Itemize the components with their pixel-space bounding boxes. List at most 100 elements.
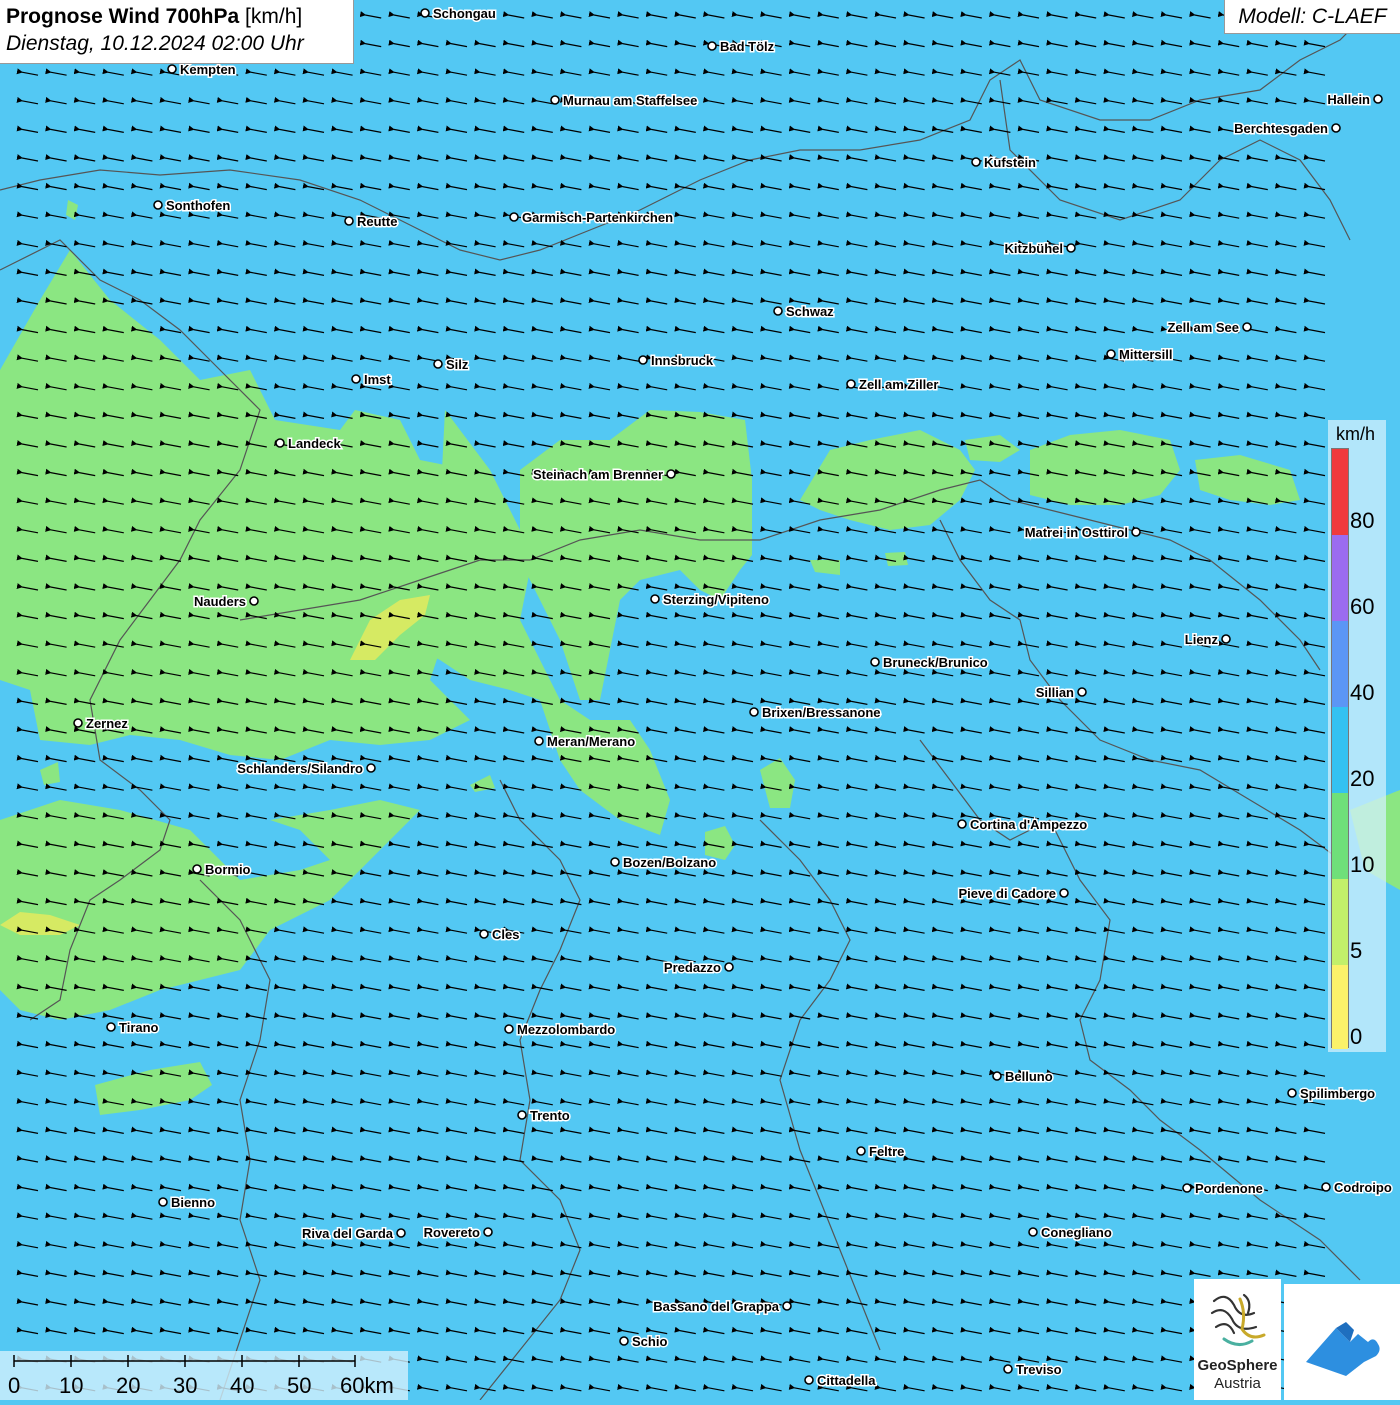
scale-label-50: 50 bbox=[287, 1373, 312, 1398]
city-marker bbox=[749, 707, 759, 717]
city-label: Codroipo bbox=[1334, 1180, 1392, 1195]
city-marker bbox=[1028, 1227, 1038, 1237]
city-label: Murnau am Staffelsee bbox=[563, 93, 697, 108]
legend-segment-5 bbox=[1332, 879, 1348, 965]
scale-bar-line bbox=[13, 1355, 356, 1367]
legend-bar bbox=[1331, 448, 1349, 1049]
city-marker bbox=[396, 1228, 406, 1238]
city-label: Schlanders/Silandro bbox=[237, 761, 363, 776]
scale-label-60: 60km bbox=[340, 1373, 394, 1398]
city-marker bbox=[773, 306, 783, 316]
city-label: Brixen/Bressanone bbox=[762, 705, 881, 720]
legend-tick-60: 60 bbox=[1350, 594, 1375, 619]
city-marker bbox=[971, 157, 981, 167]
legend-tick-80: 80 bbox=[1350, 508, 1375, 533]
city-label: Cittadella bbox=[817, 1373, 876, 1388]
legend-segment-10 bbox=[1332, 793, 1348, 879]
city-label: Innsbruck bbox=[651, 353, 714, 368]
model-label: Modell: C-LAEF bbox=[1224, 0, 1400, 34]
city-marker bbox=[366, 763, 376, 773]
city-label: Matrei in Osttirol bbox=[1025, 525, 1128, 540]
city-label: Steinach am Brenner bbox=[533, 467, 663, 482]
city-label: Meran/Merano bbox=[547, 734, 635, 749]
city-label: Schio bbox=[632, 1334, 667, 1349]
app-logo[interactable] bbox=[1284, 1284, 1400, 1400]
city-label: Zell am Ziller bbox=[859, 377, 938, 392]
city-marker bbox=[73, 718, 83, 728]
city-label: Conegliano bbox=[1041, 1225, 1112, 1240]
city-marker bbox=[167, 64, 177, 74]
city-marker bbox=[158, 1197, 168, 1207]
city-label: Zell am See bbox=[1167, 320, 1239, 335]
legend-segment-40 bbox=[1332, 621, 1348, 707]
city-marker bbox=[1321, 1182, 1331, 1192]
city-marker bbox=[1287, 1088, 1297, 1098]
city-label: Feltre bbox=[869, 1144, 904, 1159]
city-marker bbox=[420, 8, 430, 18]
city-label: Rovereto bbox=[424, 1225, 480, 1240]
scale-label-20: 20 bbox=[116, 1373, 141, 1398]
title-line: Prognose Wind 700hPa [km/h] bbox=[6, 4, 347, 30]
geosphere-logo[interactable]: GeoSphere Austria bbox=[1194, 1279, 1281, 1400]
city-marker bbox=[534, 736, 544, 746]
city-marker bbox=[504, 1024, 514, 1034]
city-label: Pordenone bbox=[1195, 1181, 1263, 1196]
city-label: Treviso bbox=[1016, 1362, 1062, 1377]
city-marker bbox=[724, 962, 734, 972]
city-label: Riva del Garda bbox=[302, 1226, 394, 1241]
city-marker bbox=[351, 374, 361, 384]
city-marker bbox=[249, 596, 259, 606]
legend-segment-80 bbox=[1332, 449, 1348, 535]
city-marker bbox=[666, 469, 676, 479]
city-label: Bruneck/Brunico bbox=[883, 655, 988, 670]
city-label: Spilimbergo bbox=[1300, 1086, 1375, 1101]
city-label: Mittersill bbox=[1119, 347, 1172, 362]
title-box: Prognose Wind 700hPa [km/h] Dienstag, 10… bbox=[0, 0, 354, 64]
city-marker bbox=[846, 379, 856, 389]
city-label: Kempten bbox=[180, 62, 236, 77]
legend-tick-5: 5 bbox=[1350, 938, 1363, 963]
city-label: Belluno bbox=[1005, 1069, 1053, 1084]
city-label: Schongau bbox=[433, 6, 496, 21]
wind-map: Schongau Bad Tölz Kempten Murnau am Staffel… bbox=[0, 0, 1400, 1400]
city-marker bbox=[1331, 123, 1341, 133]
city-marker bbox=[1003, 1364, 1013, 1374]
city-marker bbox=[1182, 1183, 1192, 1193]
city-marker bbox=[957, 819, 967, 829]
city-label: Silz bbox=[446, 357, 469, 372]
city-marker bbox=[638, 355, 648, 365]
city-marker bbox=[782, 1301, 792, 1311]
city-marker bbox=[1242, 322, 1252, 332]
city-label: Sillian bbox=[1036, 685, 1074, 700]
title-unit: [km/h] bbox=[239, 5, 303, 28]
city-marker bbox=[610, 857, 620, 867]
scale-bar: 0 10 20 30 40 50 60km bbox=[0, 1351, 408, 1400]
city-label: Predazzo bbox=[664, 960, 721, 975]
city-marker bbox=[192, 864, 202, 874]
city-marker bbox=[1106, 349, 1116, 359]
legend-segment-60 bbox=[1332, 535, 1348, 621]
city-label: Hallein bbox=[1327, 92, 1370, 107]
scale-label-0: 0 bbox=[8, 1373, 21, 1398]
legend-unit: km/h bbox=[1336, 424, 1376, 444]
city-marker bbox=[856, 1146, 866, 1156]
city-marker bbox=[509, 212, 519, 222]
map-title: Prognose Wind 700hPa bbox=[6, 5, 240, 28]
scale-label-30: 30 bbox=[173, 1373, 198, 1398]
city-label: Bienno bbox=[171, 1195, 215, 1210]
city-marker bbox=[992, 1071, 1002, 1081]
city-marker bbox=[153, 200, 163, 210]
city-label: Nauders bbox=[194, 594, 246, 609]
city-label: Bassano del Grappa bbox=[653, 1299, 779, 1314]
city-label: Sterzing/Vipiteno bbox=[663, 592, 769, 607]
city-marker bbox=[804, 1375, 814, 1385]
city-label: Berchtesgaden bbox=[1234, 121, 1328, 136]
city-marker bbox=[344, 216, 354, 226]
legend-segment-0 bbox=[1332, 965, 1348, 1049]
city-label: Cortina d'Ampezzo bbox=[970, 817, 1087, 832]
city-label: Tirano bbox=[119, 1020, 159, 1035]
city-label: Bormio bbox=[205, 862, 251, 877]
city-marker bbox=[550, 95, 560, 105]
geosphere-name: GeoSphere bbox=[1197, 1357, 1278, 1374]
legend-tick-0: 0 bbox=[1350, 1024, 1363, 1049]
